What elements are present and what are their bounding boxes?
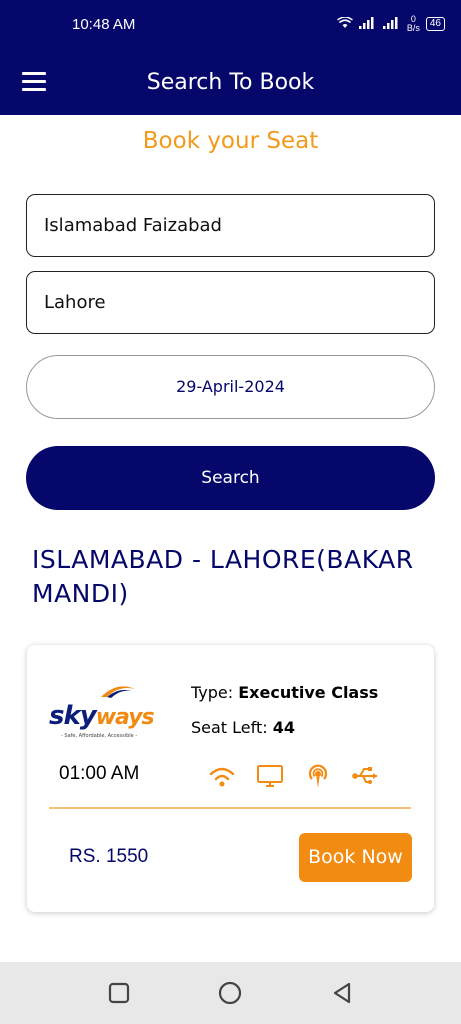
to-field[interactable] (26, 271, 435, 334)
net-speed: 0 B/s (406, 14, 420, 33)
trip-card[interactable]: skyways - Safe, Affordable, Accessible -… (27, 645, 434, 912)
seat-left-value: 44 (272, 718, 296, 737)
trip-price: RS. 1550 (69, 846, 149, 867)
search-button[interactable]: Search (26, 446, 435, 510)
seat-left: Seat Left: 44 (191, 718, 295, 737)
app-bar: Search To Book (0, 52, 461, 115)
audio-icon (303, 763, 333, 789)
operator-logo: skyways - Safe, Affordable, Accessible - (49, 683, 167, 747)
book-seat-heading: Book your Seat (142, 128, 319, 154)
back-icon[interactable] (330, 981, 354, 1005)
status-icons: 0 B/s 46 (336, 14, 445, 33)
logo-ways: ways (95, 705, 155, 730)
book-now-button[interactable]: Book Now (299, 833, 412, 882)
logo-sky: sky (49, 701, 97, 731)
tv-icon (255, 763, 285, 789)
wifi-icon (207, 763, 237, 789)
type-value: Executive Class (238, 683, 379, 702)
recent-apps-icon[interactable] (107, 981, 131, 1005)
system-nav-bar (0, 962, 461, 1024)
amenities (207, 763, 381, 789)
route-title: ISLAMABAD - LAHORE(BAKAR MANDI) (32, 545, 414, 608)
status-bar: 10:48 AM 0 B/s 46 (0, 0, 461, 52)
trip-type: Type: Executive Class (191, 683, 378, 702)
page-title: Search To Book (146, 70, 315, 95)
signal-icon (382, 14, 401, 33)
seat-left-label: Seat Left: (191, 718, 268, 737)
net-speed-unit: B/s (406, 22, 420, 33)
date-picker[interactable]: 29-April-2024 (26, 355, 435, 419)
departure-time: 01:00 AM (59, 763, 140, 784)
status-time: 10:48 AM (72, 16, 136, 33)
signal-icon (358, 14, 377, 33)
home-icon[interactable] (218, 981, 242, 1005)
battery-icon: 46 (425, 16, 445, 31)
swoosh-icon (101, 686, 135, 698)
wifi-icon (336, 14, 353, 33)
logo-tagline: - Safe, Affordable, Accessible - (61, 733, 138, 739)
type-label: Type: (191, 683, 234, 702)
logo-wordmark: skyways (49, 701, 155, 731)
from-input[interactable] (27, 195, 434, 256)
usb-icon (351, 763, 381, 789)
to-input[interactable] (27, 272, 434, 333)
card-divider (49, 807, 411, 809)
from-field[interactable] (26, 194, 435, 257)
